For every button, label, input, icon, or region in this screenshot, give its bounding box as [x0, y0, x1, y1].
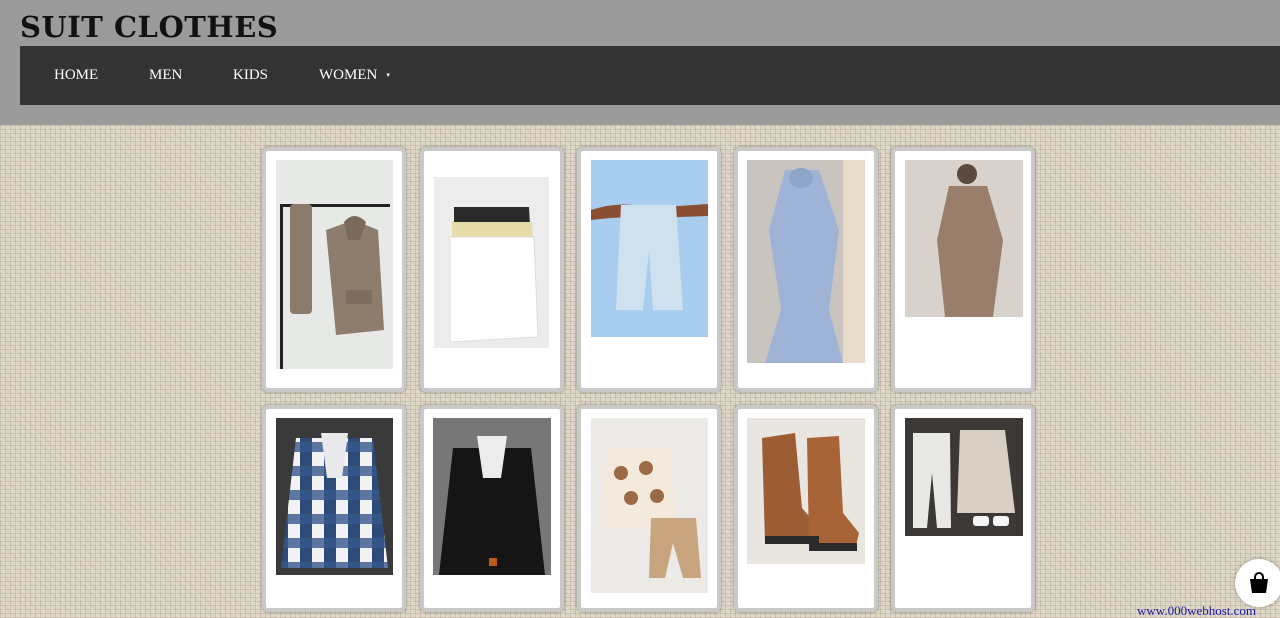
- nav-women-label: WOMEN: [319, 67, 378, 83]
- product-card-kids-set[interactable]: [577, 405, 721, 612]
- product-card-jeans[interactable]: [577, 147, 721, 392]
- black-jacket-image: [433, 418, 551, 575]
- plaid-jacket-image: [276, 418, 393, 575]
- product-card-blue-dress[interactable]: [734, 147, 878, 392]
- kids-set-image: [591, 418, 708, 593]
- product-card-plaid-jacket[interactable]: [262, 405, 406, 612]
- shopping-bag-icon: [1250, 572, 1268, 593]
- sweatpants-set-image: [905, 418, 1023, 536]
- boots-image: [747, 418, 865, 564]
- product-card-tshirts[interactable]: [420, 147, 564, 392]
- site-title: SUIT CLOTHES: [20, 10, 279, 44]
- product-card-hoodie-set[interactable]: [262, 147, 406, 392]
- jeans-image: [591, 160, 708, 337]
- cart-button[interactable]: [1235, 559, 1280, 607]
- tshirts-image: [434, 177, 549, 348]
- blue-dress-image: [747, 160, 865, 363]
- product-card-black-jacket[interactable]: [420, 405, 564, 612]
- site-header: SUIT CLOTHES HOME MEN KIDS WOMEN ▾: [0, 0, 1280, 125]
- nav-women[interactable]: WOMEN ▾: [319, 46, 390, 105]
- product-card-boots[interactable]: [734, 405, 878, 612]
- beige-dress-image: [905, 160, 1023, 317]
- nav-men[interactable]: MEN: [149, 46, 182, 105]
- nav-kids[interactable]: KIDS: [233, 46, 268, 105]
- dropdown-arrow-icon: ▾: [386, 71, 390, 80]
- main-nav: HOME MEN KIDS WOMEN ▾: [20, 46, 1280, 105]
- product-card-sweatpants-set[interactable]: [891, 405, 1035, 612]
- product-card-beige-dress[interactable]: [891, 147, 1035, 392]
- hoodie-set-image: [276, 160, 393, 369]
- nav-home[interactable]: HOME: [54, 46, 98, 105]
